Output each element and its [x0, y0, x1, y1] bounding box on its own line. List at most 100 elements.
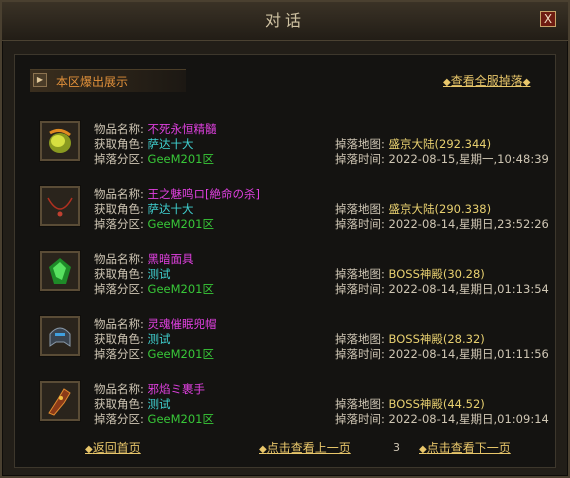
map-name: BOSS神殿(44.52)	[388, 397, 485, 411]
dot-icon: ◆	[259, 444, 267, 455]
time-label: 掉落时间:	[335, 152, 385, 166]
zone-line: 掉落分区: GeeM201区	[94, 346, 214, 362]
time-line: 掉落时间: 2022-08-15,星期一,10:48:39	[335, 151, 549, 167]
zone-line: 掉落分区: GeeM201区	[94, 281, 214, 297]
home-link[interactable]: ◆返回首页	[85, 439, 141, 456]
item-icon-slot[interactable]	[40, 251, 80, 291]
map-label: 掉落地图:	[335, 202, 385, 216]
zone-line: 掉落分区: GeeM201区	[94, 216, 214, 232]
zone-name: GeeM201区	[147, 347, 214, 361]
map-line: 掉落地图: BOSS神殿(44.52)	[335, 396, 485, 412]
map-label: 掉落地图:	[335, 267, 385, 281]
map-name: BOSS神殿(28.32)	[388, 332, 485, 346]
map-line: 掉落地图: 盛京大陆(292.344)	[335, 136, 491, 152]
time-line: 掉落时间: 2022-08-14,星期日,01:13:54	[335, 281, 549, 297]
item-name-line: 物品名称: 不死永恒精髓	[94, 121, 217, 137]
view-all-drops-link[interactable]: ◆查看全服掉落◆	[443, 72, 530, 89]
helmet-icon	[49, 327, 71, 347]
character-name: 萨达十大	[147, 137, 194, 151]
item-icon-slot[interactable]	[40, 186, 80, 226]
home-link-label[interactable]: 返回首页	[93, 441, 141, 455]
item-name-label: 物品名称:	[94, 317, 144, 331]
item-icon-slot[interactable]	[40, 121, 80, 161]
map-name: BOSS神殿(30.28)	[388, 267, 485, 281]
map-line: 掉落地图: BOSS神殿(28.32)	[335, 331, 485, 347]
zone-line: 掉落分区: GeeM201区	[94, 411, 214, 427]
time-label: 掉落时间:	[335, 217, 385, 231]
item-name-label: 物品名称:	[94, 122, 144, 136]
item-icon-slot[interactable]	[40, 381, 80, 421]
character-line: 获取角色: 测试	[94, 396, 171, 412]
close-button[interactable]: X	[540, 11, 556, 27]
character-label: 获取角色:	[94, 267, 144, 281]
drop-row: 物品名称: 黑暗面具 获取角色: 测试 掉落分区: GeeM201区 掉落地图:…	[15, 241, 555, 305]
page-number: 3	[393, 441, 400, 454]
dot-icon: ◆	[522, 77, 531, 88]
orb-icon	[49, 128, 71, 153]
time-label: 掉落时间:	[335, 347, 385, 361]
item-name[interactable]: 灵魂催眠兜帽	[148, 317, 217, 331]
zone-name: GeeM201区	[147, 152, 214, 166]
map-label: 掉落地图:	[335, 332, 385, 346]
time-label: 掉落时间:	[335, 412, 385, 426]
character-label: 获取角色:	[94, 137, 144, 151]
zone-label: 掉落分区:	[94, 152, 144, 166]
character-label: 获取角色:	[94, 202, 144, 216]
dot-icon: ◆	[85, 444, 93, 455]
section-tab[interactable]: ▶ 本区爆出展示	[30, 69, 186, 92]
gem-icon	[49, 258, 71, 284]
character-line: 获取角色: 测试	[94, 331, 171, 347]
drop-time: 2022-08-14,星期日,01:09:14	[388, 412, 549, 426]
item-name-label: 物品名称:	[94, 252, 144, 266]
title-bar[interactable]: 对话 X	[2, 2, 568, 41]
item-name-line: 物品名称: 灵魂催眠兜帽	[94, 316, 217, 332]
drop-row: 物品名称: 不死永恒精髓 获取角色: 萨达十大 掉落分区: GeeM201区 掉…	[15, 111, 555, 175]
dot-icon: ◆	[443, 77, 451, 88]
necklace-icon	[47, 197, 73, 217]
drop-row: 物品名称: 王之魅鸣ロ[絶命の杀] 获取角色: 萨达十大 掉落分区: GeeM2…	[15, 176, 555, 240]
character-name: 萨达十大	[147, 202, 194, 216]
close-icon[interactable]: X	[544, 12, 552, 26]
next-page-label[interactable]: 点击查看下一页	[427, 441, 511, 455]
zone-label: 掉落分区:	[94, 412, 144, 426]
character-line: 获取角色: 萨达十大	[94, 201, 194, 217]
character-label: 获取角色:	[94, 332, 144, 346]
map-label: 掉落地图:	[335, 397, 385, 411]
drop-time: 2022-08-14,星期日,01:13:54	[388, 282, 549, 296]
time-label: 掉落时间:	[335, 282, 385, 296]
map-line: 掉落地图: BOSS神殿(30.28)	[335, 266, 485, 282]
drop-row: 物品名称: 灵魂催眠兜帽 获取角色: 测试 掉落分区: GeeM201区 掉落地…	[15, 306, 555, 370]
map-label: 掉落地图:	[335, 137, 385, 151]
item-name[interactable]: 不死永恒精髓	[148, 122, 217, 136]
drop-time: 2022-08-14,星期日,01:11:56	[388, 347, 549, 361]
character-name: 测试	[147, 332, 171, 346]
item-name[interactable]: 黑暗面具	[148, 252, 194, 266]
glove-icon	[48, 388, 71, 416]
character-name: 测试	[147, 267, 171, 281]
item-name-label: 物品名称:	[94, 187, 144, 201]
next-page-link[interactable]: ◆点击查看下一页	[419, 439, 511, 456]
view-all-label[interactable]: 查看全服掉落	[451, 74, 523, 88]
item-name-line: 物品名称: 黑暗面具	[94, 251, 194, 267]
character-name: 测试	[147, 397, 171, 411]
time-line: 掉落时间: 2022-08-14,星期日,01:09:14	[335, 411, 549, 427]
map-line: 掉落地图: 盛京大陆(290.338)	[335, 201, 491, 217]
zone-name: GeeM201区	[147, 412, 214, 426]
zone-label: 掉落分区:	[94, 282, 144, 296]
window-title: 对话	[264, 11, 305, 30]
zone-name: GeeM201区	[147, 282, 214, 296]
prev-page-link[interactable]: ◆点击查看上一页	[259, 439, 351, 456]
drop-time: 2022-08-15,星期一,10:48:39	[388, 152, 549, 166]
drop-panel: ▶ 本区爆出展示 ◆查看全服掉落◆ 物品名称: 不死永恒精髓 获取角色: 萨达十…	[14, 54, 556, 468]
item-name[interactable]: 王之魅鸣ロ[絶命の杀]	[148, 187, 260, 201]
time-line: 掉落时间: 2022-08-14,星期日,01:11:56	[335, 346, 549, 362]
drop-time: 2022-08-14,星期日,23:52:26	[388, 217, 549, 231]
prev-page-label[interactable]: 点击查看上一页	[267, 441, 351, 455]
item-icon-slot[interactable]	[40, 316, 80, 356]
item-name-line: 物品名称: 王之魅鸣ロ[絶命の杀]	[94, 186, 260, 202]
section-tab-label: 本区爆出展示	[56, 75, 129, 89]
dialog-window: 对话 X ▶ 本区爆出展示 ◆查看全服掉落◆ 物品名称: 不死永恒精髓 获取角色…	[0, 0, 570, 478]
play-arrow-icon: ▶	[33, 73, 47, 87]
item-name[interactable]: 邪焰ミ裹手	[148, 382, 206, 396]
drop-row: 物品名称: 邪焰ミ裹手 获取角色: 测试 掉落分区: GeeM201区 掉落地图…	[15, 371, 555, 435]
